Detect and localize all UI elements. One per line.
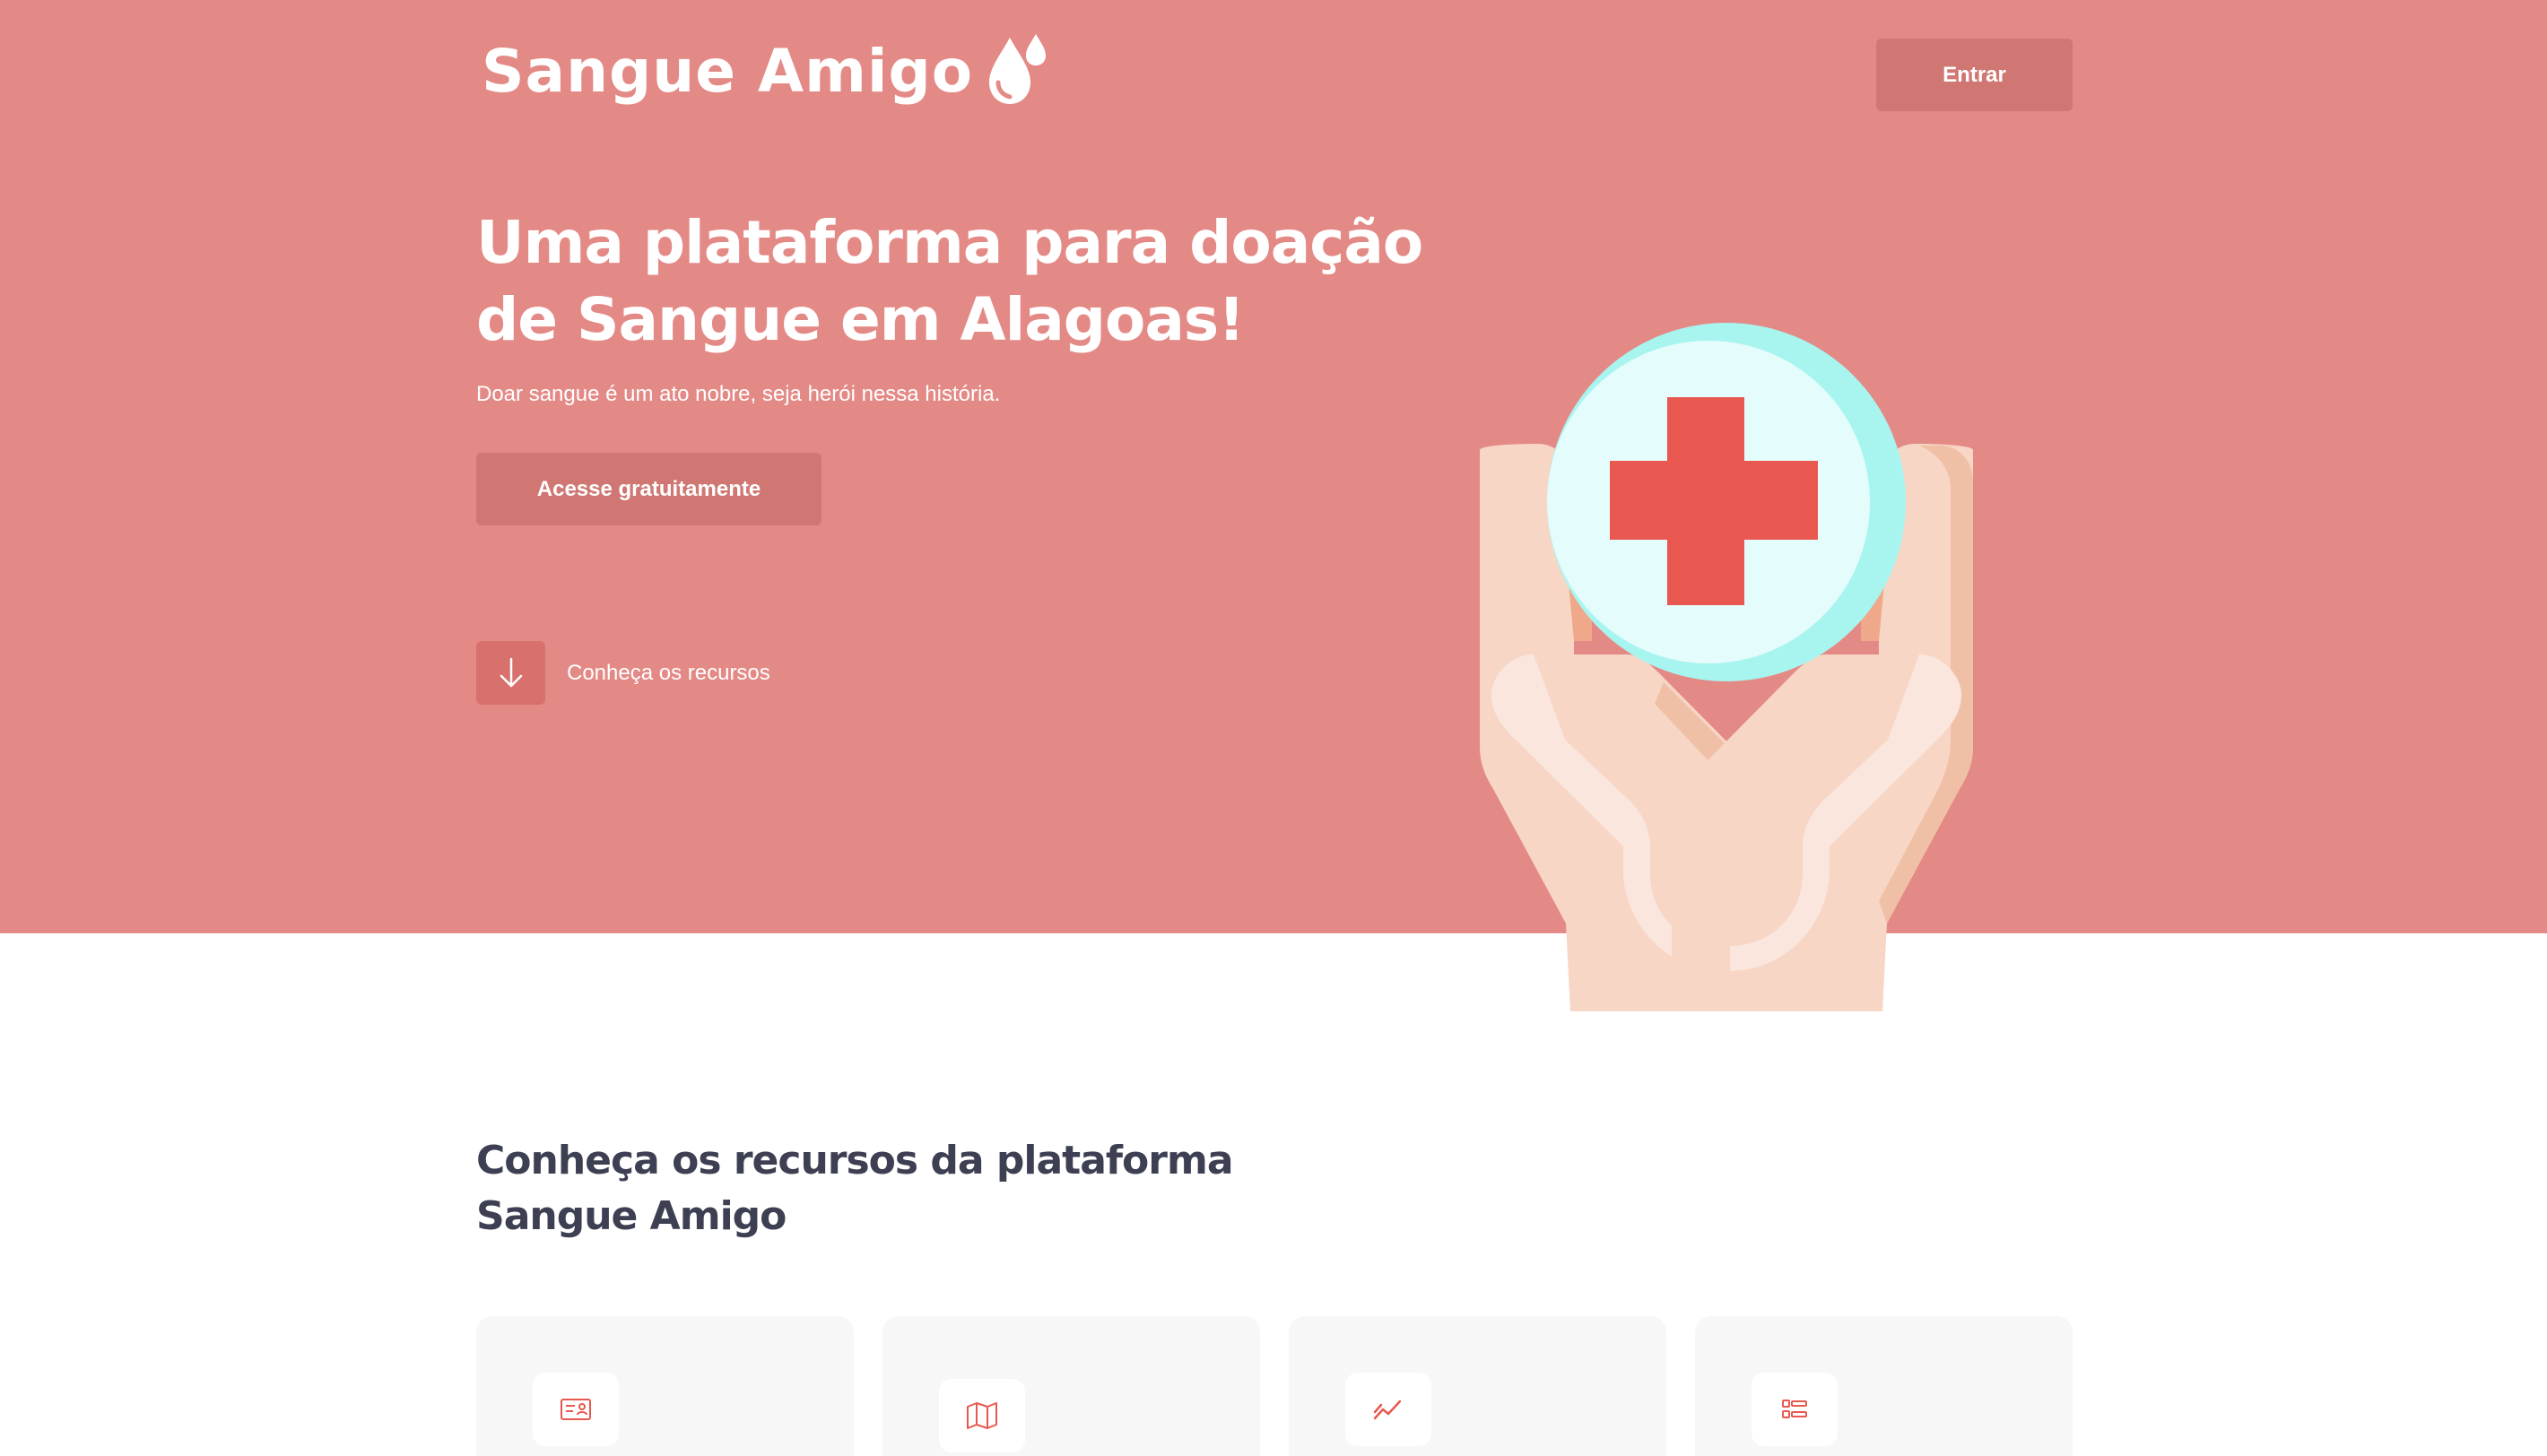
card-icon-box (1345, 1373, 1431, 1446)
access-free-button[interactable]: Acesse gratuitamente (476, 453, 821, 525)
login-button[interactable]: Entrar (1876, 39, 2073, 111)
scroll-to-features-link[interactable]: Conheça os recursos (476, 641, 770, 705)
logo-text: Sangue Amigo (482, 36, 974, 106)
scroll-label: Conheça os recursos (567, 660, 770, 685)
logo[interactable]: Sangue Amigo (482, 30, 1048, 111)
hands-holding-medical-cross-icon (1480, 323, 1973, 1011)
card-icon-box (1752, 1373, 1838, 1446)
card-icon-box (533, 1373, 619, 1446)
feature-card-map[interactable] (882, 1316, 1260, 1456)
features-cards (476, 1316, 2073, 1456)
hero-title: Uma plataforma para doação de Sangue em … (476, 208, 1423, 354)
map-icon (967, 1402, 997, 1429)
blood-drops-icon (989, 34, 1047, 104)
feature-card-registration[interactable] (476, 1316, 854, 1456)
feature-card-statistics[interactable] (1289, 1316, 1666, 1456)
card-icon-box (939, 1379, 1025, 1452)
hero-section: Sangue Amigo Entrar Uma plataforma para … (0, 0, 2547, 933)
id-card-icon (561, 1399, 591, 1420)
feature-card-list[interactable] (1695, 1316, 2073, 1456)
list-icon (1782, 1400, 1807, 1418)
arrow-down-icon (500, 657, 522, 687)
features-title: Conheça os recursos da plataforma Sangue… (476, 1138, 1234, 1239)
hero-subtitle: Doar sangue é um ato nobre, seja herói n… (476, 382, 1001, 406)
scroll-button[interactable] (476, 641, 545, 705)
trending-up-chart-icon (1373, 1400, 1402, 1420)
